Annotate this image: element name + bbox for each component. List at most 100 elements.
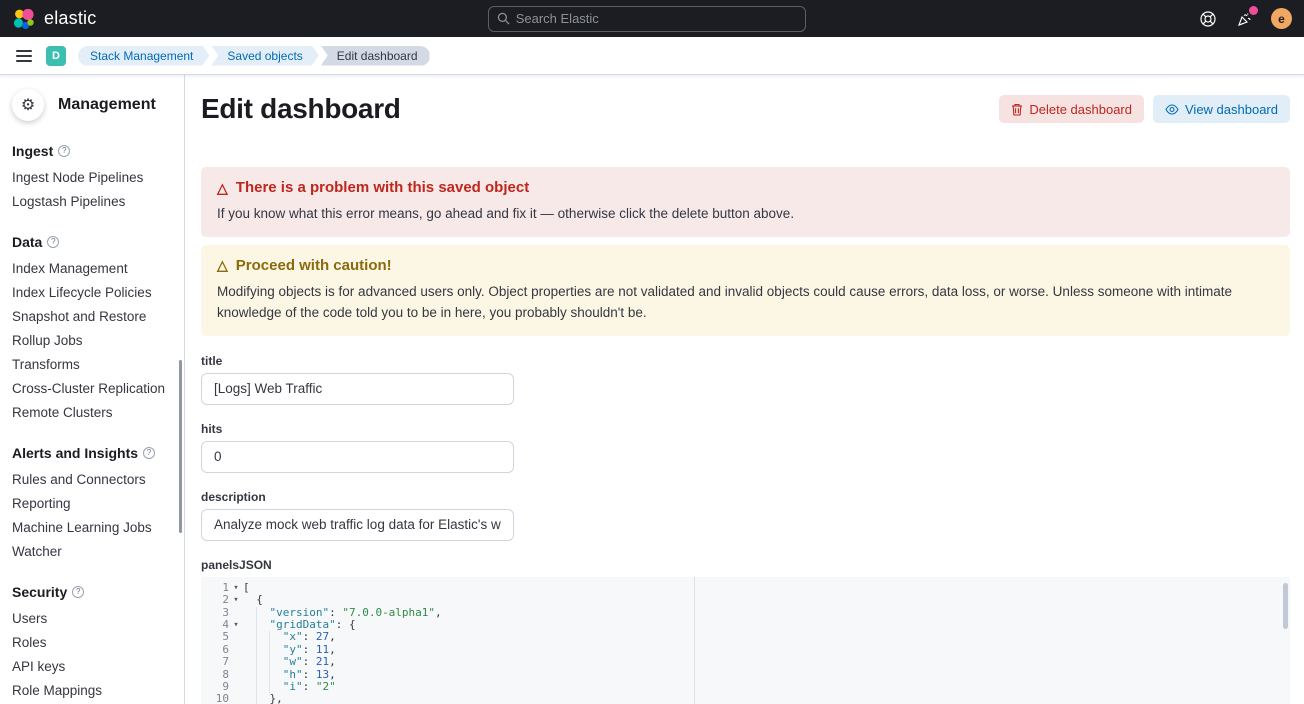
fold-arrow-icon[interactable]: ▾ (229, 582, 243, 594)
indent-guide (269, 669, 282, 681)
space-badge[interactable]: D (46, 46, 66, 66)
sidebar-item[interactable]: Role Mappings (12, 683, 172, 698)
sidebar-section: Security? Users Roles API keys Role Mappings (12, 584, 172, 698)
panels-json-editor[interactable]: 1▾[2▾{3"version": "7.0.0-alpha1",4▾"grid… (201, 577, 1290, 704)
code-token: : (303, 630, 316, 643)
sidebar-item[interactable]: Transforms (12, 357, 172, 372)
sidebar-item[interactable]: Users (12, 611, 172, 626)
code-text: }, (243, 693, 283, 704)
user-avatar[interactable]: e (1271, 8, 1292, 29)
search-icon (497, 12, 510, 25)
help-circle-icon: ? (72, 586, 84, 598)
sidebar-item[interactable]: Machine Learning Jobs (12, 520, 172, 535)
sidebar-item[interactable]: Roles (12, 635, 172, 650)
error-callout: △ There is a problem with this saved obj… (201, 167, 1290, 237)
sidebar-item[interactable]: Logstash Pipelines (12, 194, 172, 209)
sidebar-item[interactable]: Snapshot and Restore (12, 309, 172, 324)
sidebar-section-heading: Data? (12, 234, 172, 250)
field-label-description: description (201, 490, 1290, 504)
field-input-description[interactable] (201, 509, 514, 541)
help-circle-icon: ? (143, 447, 155, 459)
indent-guide (243, 681, 256, 693)
sidebar-item[interactable]: Cross-Cluster Replication (12, 381, 172, 396)
code-token: "i" (283, 680, 303, 693)
sidebar-section: Alerts and Insights? Rules and Connectors… (12, 445, 172, 559)
code-text: [ (243, 582, 250, 594)
field-input-hits[interactable] (201, 441, 514, 473)
indent-guide (256, 693, 269, 704)
code-token: "7.0.0-alpha1" (342, 606, 435, 619)
sidebar-item[interactable]: API keys (12, 659, 172, 674)
view-dashboard-label: View dashboard (1185, 102, 1278, 117)
error-callout-title: There is a problem with this saved objec… (236, 179, 529, 196)
indent-guide (256, 619, 269, 631)
code-token: , (329, 630, 336, 643)
newsfeed-icon[interactable] (1234, 8, 1256, 30)
code-line: 6"y": 11, (201, 644, 1290, 656)
code-token: 21 (316, 655, 329, 668)
sidebar-section-label: Alerts and Insights (12, 445, 138, 461)
code-token: "gridData" (269, 618, 335, 631)
indent-guide (256, 607, 269, 619)
code-token: "version" (269, 606, 329, 619)
breadcrumb-item[interactable]: Saved objects (211, 46, 318, 66)
indent-guide (256, 656, 269, 668)
code-line: 3"version": "7.0.0-alpha1", (201, 607, 1290, 619)
code-token: "y" (283, 643, 303, 656)
code-line: 4▾"gridData": { (201, 619, 1290, 631)
sidebar-section-heading: Security? (12, 584, 172, 600)
editor-scrollbar[interactable] (1283, 583, 1288, 629)
menu-icon[interactable] (8, 40, 40, 72)
sidebar-item[interactable]: Reporting (12, 496, 172, 511)
delete-dashboard-button[interactable]: Delete dashboard (999, 95, 1144, 123)
code-text: { (243, 594, 263, 606)
sidebar-item[interactable]: Rollup Jobs (12, 333, 172, 348)
fold-arrow-icon (229, 693, 243, 704)
code-token: { (256, 593, 263, 606)
help-circle-icon: ? (58, 145, 70, 157)
sidebar-section: Ingest?Ingest Node PipelinesLogstash Pip… (12, 143, 172, 209)
breadcrumb-item[interactable]: Stack Management (78, 46, 209, 66)
delete-dashboard-label: Delete dashboard (1029, 102, 1132, 117)
search-input[interactable] (516, 11, 797, 26)
panels-json-label: panelsJSON (201, 558, 1290, 572)
code-token: "2" (316, 680, 336, 693)
sidebar-scrollbar[interactable] (179, 360, 182, 533)
breadcrumb-item: Edit dashboard (321, 46, 430, 66)
sidebar-item[interactable]: Index Lifecycle Policies (12, 285, 172, 300)
code-line: 7"w": 21, (201, 656, 1290, 668)
trash-icon (1011, 103, 1023, 116)
sidebar-section-heading: Alerts and Insights? (12, 445, 172, 461)
indent-guide (269, 656, 282, 668)
global-search[interactable] (488, 6, 806, 32)
code-token: : (303, 680, 316, 693)
fold-arrow-icon (229, 681, 243, 693)
sidebar-item[interactable]: Watcher (12, 544, 172, 559)
code-line: 9"i": "2" (201, 681, 1290, 693)
view-dashboard-button[interactable]: View dashboard (1153, 95, 1290, 123)
error-callout-body: If you know what this error means, go ah… (217, 204, 1274, 225)
code-token: }, (269, 692, 282, 704)
sidebar-item[interactable]: Ingest Node Pipelines (12, 170, 172, 185)
fold-arrow-icon (229, 656, 243, 668)
indent-guide (256, 669, 269, 681)
fold-arrow-icon[interactable]: ▾ (229, 619, 243, 631)
code-token: , (329, 643, 336, 656)
field-input-title[interactable] (201, 373, 514, 405)
help-icon[interactable] (1197, 8, 1219, 30)
sidebar-section-label: Data (12, 234, 42, 250)
warning-callout-title: Proceed with caution! (236, 257, 392, 274)
sidebar-item[interactable]: Remote Clusters (12, 405, 172, 420)
sidebar-item[interactable]: Index Management (12, 261, 172, 276)
fold-arrow-icon[interactable]: ▾ (229, 594, 243, 606)
line-number: 7 (201, 656, 229, 668)
code-line: 10}, (201, 693, 1290, 704)
warning-callout: △ Proceed with caution! Modifying object… (201, 245, 1290, 336)
fold-arrow-icon (229, 631, 243, 643)
print-margin-line (694, 577, 695, 704)
elastic-brand[interactable]: elastic (12, 7, 96, 31)
management-sidebar: ⚙ Management Ingest?Ingest Node Pipeline… (0, 75, 185, 704)
page-title: Edit dashboard (201, 93, 401, 125)
fold-arrow-icon (229, 644, 243, 656)
sidebar-item[interactable]: Rules and Connectors (12, 472, 172, 487)
